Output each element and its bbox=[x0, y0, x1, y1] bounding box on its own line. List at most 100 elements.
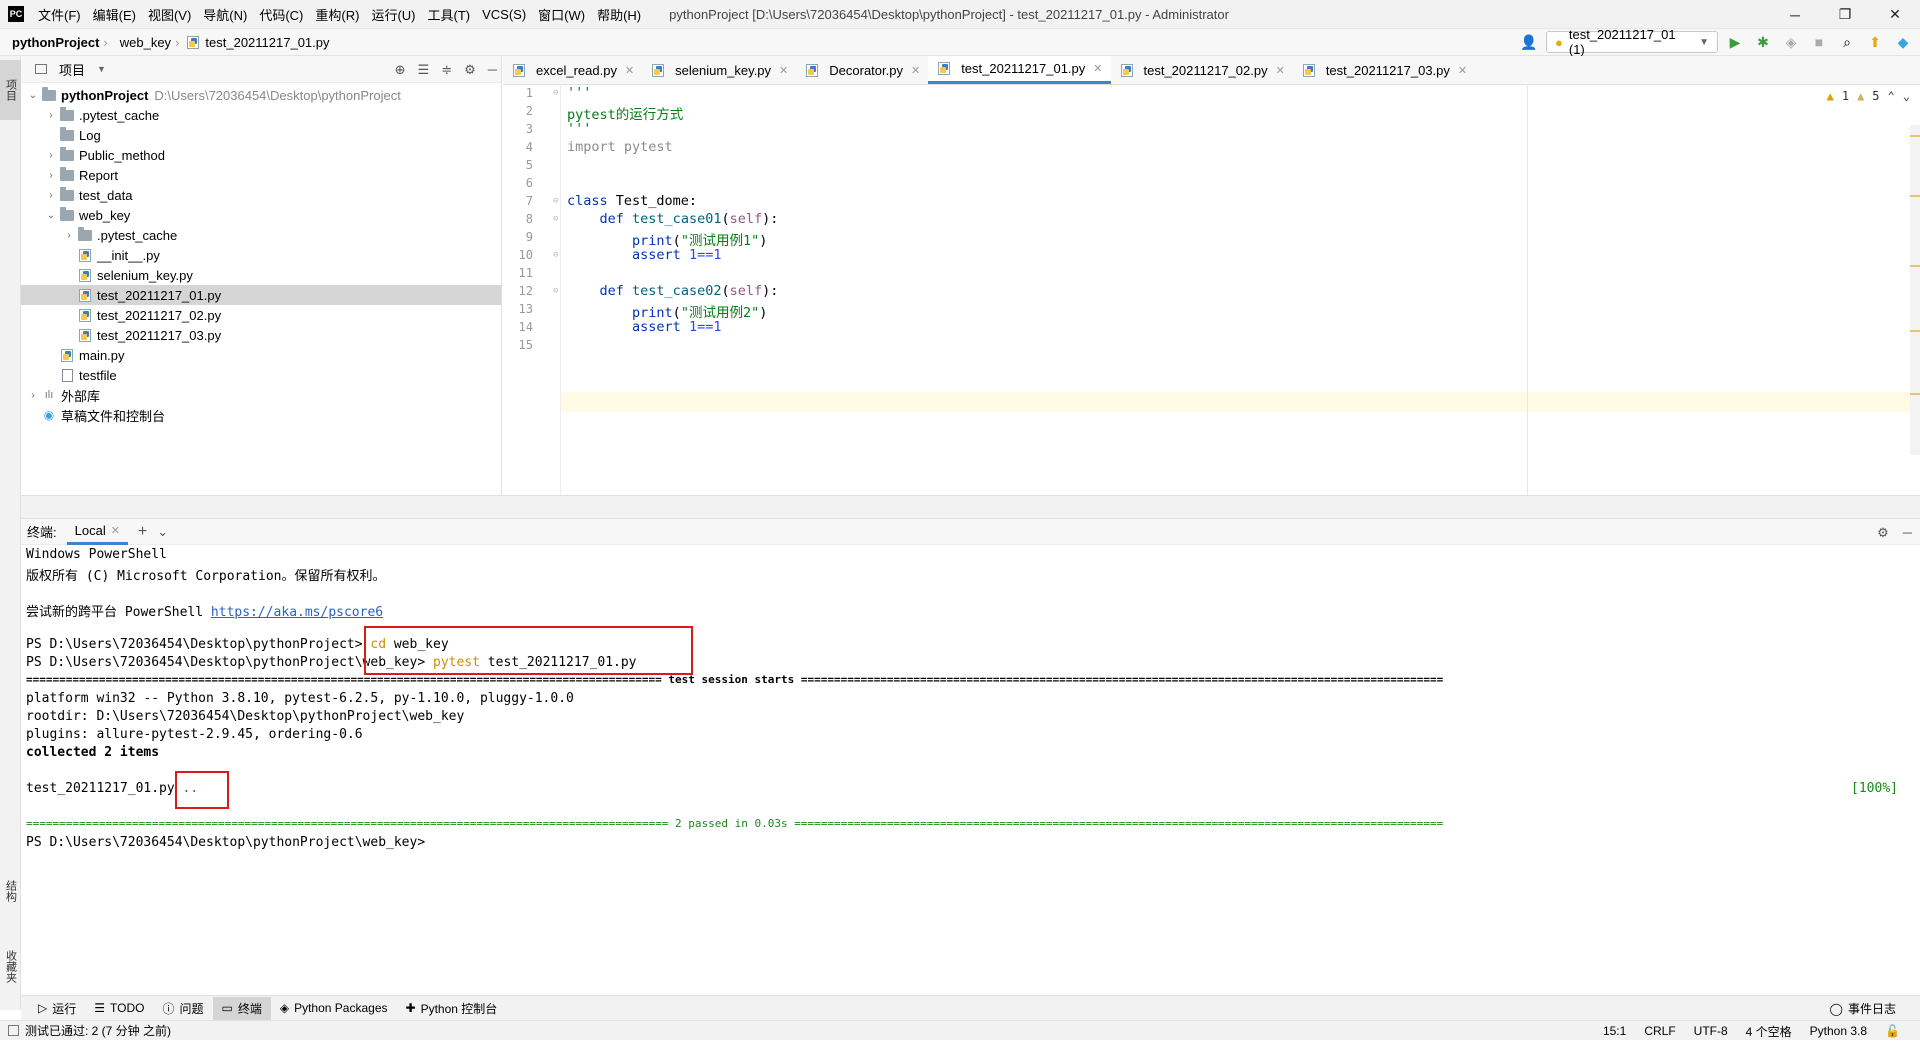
close-icon[interactable]: ✕ bbox=[111, 524, 120, 537]
tree-item-pythonproject[interactable]: ⌄ pythonProject D:\Users\72036454\Deskto… bbox=[21, 85, 501, 105]
menu-view[interactable]: 视图(V) bbox=[142, 5, 197, 24]
chevron-right-icon[interactable]: › bbox=[61, 230, 77, 241]
run-icon[interactable]: ▶ bbox=[1724, 31, 1746, 53]
tree-item-selenium-key[interactable]: selenium_key.py bbox=[21, 265, 501, 285]
tree-item-scratches[interactable]: ◉ 草稿文件和控制台 bbox=[21, 405, 501, 425]
tree-item-pytest-cache[interactable]: › .pytest_cache bbox=[21, 105, 501, 125]
hide-icon[interactable]: ─ bbox=[488, 62, 497, 77]
tree-item-external-libs[interactable]: › ılı 外部库 bbox=[21, 385, 501, 405]
pscore-link[interactable]: https://aka.ms/pscore6 bbox=[211, 605, 383, 620]
caret-position[interactable]: 15:1 bbox=[1603, 1024, 1626, 1038]
favorites-tool-tab[interactable]: 收藏夹 bbox=[0, 936, 21, 996]
close-window-button[interactable]: ✕ bbox=[1870, 0, 1920, 29]
problems-tool-button[interactable]: ⓘ 问题 bbox=[153, 997, 212, 1020]
menu-run[interactable]: 运行(U) bbox=[365, 5, 421, 24]
chevron-down-icon[interactable]: ⌄ bbox=[1903, 89, 1910, 103]
chevron-right-icon[interactable]: › bbox=[43, 170, 59, 181]
terminal-tab-local[interactable]: Local ✕ bbox=[66, 519, 128, 545]
chevron-right-icon[interactable]: › bbox=[43, 150, 59, 161]
code-editor[interactable]: 1 2 3 4 5 6 7 8 9 10 11 12 13 14 15 ⊖ ⊖ … bbox=[503, 85, 1920, 495]
tree-item-test-03[interactable]: test_20211217_03.py bbox=[21, 325, 501, 345]
tab-decorator[interactable]: Decorator.py ✕ bbox=[796, 56, 928, 84]
tab-selenium-key[interactable]: selenium_key.py ✕ bbox=[642, 56, 796, 84]
gear-icon[interactable]: ⚙ bbox=[464, 62, 476, 78]
indent-setting[interactable]: 4 个空格 bbox=[1746, 1023, 1792, 1040]
menu-refactor[interactable]: 重构(R) bbox=[309, 5, 365, 24]
close-icon[interactable]: ✕ bbox=[1458, 64, 1467, 77]
chevron-right-icon[interactable]: › bbox=[25, 390, 41, 401]
search-icon[interactable]: ⌕ bbox=[1836, 31, 1858, 53]
editor-scrollbar[interactable] bbox=[1910, 125, 1920, 455]
menu-help[interactable]: 帮助(H) bbox=[591, 5, 647, 24]
fold-icon[interactable]: ⊖ bbox=[553, 196, 558, 206]
python-packages-tool-button[interactable]: ◈ Python Packages bbox=[271, 997, 397, 1020]
menu-edit[interactable]: 编辑(E) bbox=[87, 5, 142, 24]
tab-test-02[interactable]: test_20211217_02.py ✕ bbox=[1111, 56, 1293, 84]
chevron-down-icon[interactable]: ▼ bbox=[97, 64, 106, 74]
tree-item-web-key[interactable]: ⌄ web_key bbox=[21, 205, 501, 225]
tree-item-public-method[interactable]: › Public_method bbox=[21, 145, 501, 165]
line-separator[interactable]: CRLF bbox=[1644, 1024, 1675, 1038]
structure-tool-tab[interactable]: 结构 bbox=[0, 866, 21, 916]
breadcrumb-folder[interactable]: web_key bbox=[108, 35, 175, 50]
close-icon[interactable]: ✕ bbox=[625, 64, 634, 77]
menu-code[interactable]: 代码(C) bbox=[253, 5, 309, 24]
menu-tools[interactable]: 工具(T) bbox=[421, 5, 476, 24]
chevron-down-icon[interactable]: ⌄ bbox=[157, 524, 168, 540]
debug-icon[interactable]: ✱ bbox=[1752, 31, 1774, 53]
python-console-tool-button[interactable]: ✚ Python 控制台 bbox=[397, 997, 507, 1020]
terminal-output[interactable]: Windows PowerShell 版权所有 (C) Microsoft Co… bbox=[21, 545, 1920, 995]
minimize-button[interactable]: ─ bbox=[1770, 0, 1820, 29]
fold-icon[interactable]: ⊖ bbox=[553, 214, 558, 224]
collapse-all-icon[interactable]: ≑ bbox=[441, 62, 452, 78]
jetbrains-icon[interactable]: ◆ bbox=[1892, 31, 1914, 53]
chevron-up-icon[interactable]: ⌃ bbox=[1888, 89, 1895, 103]
lock-icon[interactable]: 🔓 bbox=[1885, 1024, 1900, 1038]
close-icon[interactable]: ✕ bbox=[1276, 64, 1285, 77]
chevron-down-icon[interactable]: ⌄ bbox=[25, 90, 41, 101]
project-tool-tab[interactable]: 项目 bbox=[0, 60, 21, 120]
maximize-button[interactable]: ❐ bbox=[1820, 0, 1870, 29]
tab-test-01[interactable]: test_20211217_01.py ✕ bbox=[928, 56, 1111, 84]
tree-item-test-02[interactable]: test_20211217_02.py bbox=[21, 305, 501, 325]
update-icon[interactable]: ⬆ bbox=[1864, 31, 1886, 53]
file-encoding[interactable]: UTF-8 bbox=[1694, 1024, 1728, 1038]
run-config-select[interactable]: ● test_20211217_01 (1) ▼ bbox=[1546, 27, 1718, 57]
hide-icon[interactable]: ─ bbox=[1903, 525, 1912, 540]
fold-icon[interactable]: ⊖ bbox=[553, 250, 558, 260]
tree-item-log[interactable]: Log bbox=[21, 125, 501, 145]
tree-item-main-py[interactable]: main.py bbox=[21, 345, 501, 365]
terminal-tool-button[interactable]: ▭ 终端 bbox=[212, 996, 271, 1020]
menu-navigate[interactable]: 导航(N) bbox=[197, 5, 253, 24]
panel-splitter[interactable] bbox=[21, 495, 1920, 518]
menu-window[interactable]: 窗口(W) bbox=[532, 5, 591, 24]
menu-file[interactable]: 文件(F) bbox=[32, 5, 87, 24]
chevron-right-icon[interactable]: › bbox=[43, 190, 59, 201]
inspection-widget[interactable]: ▲ 1 ▲ 5 ⌃ ⌄ bbox=[1827, 89, 1910, 103]
stop-icon[interactable]: ■ bbox=[1808, 31, 1830, 53]
close-icon[interactable]: ✕ bbox=[1093, 62, 1102, 75]
breadcrumb-project[interactable]: pythonProject bbox=[0, 35, 103, 50]
expand-all-icon[interactable]: ☰ bbox=[418, 62, 430, 78]
event-log-button[interactable]: ◯ 事件日志 bbox=[1830, 996, 1896, 1021]
tree-item-report[interactable]: › Report bbox=[21, 165, 501, 185]
chevron-right-icon[interactable]: › bbox=[43, 110, 59, 121]
tree-item-test-01[interactable]: test_20211217_01.py bbox=[21, 285, 501, 305]
chevron-down-icon[interactable]: ⌄ bbox=[43, 210, 59, 221]
close-icon[interactable]: ✕ bbox=[779, 64, 788, 77]
tree-item-pytest-cache[interactable]: › .pytest_cache bbox=[21, 225, 501, 245]
status-message[interactable]: 测试已通过: 2 (7 分钟 之前) bbox=[25, 1022, 171, 1039]
fold-icon[interactable]: ⊖ bbox=[553, 286, 558, 296]
coverage-icon[interactable]: ◈ bbox=[1780, 31, 1802, 53]
run-tool-button[interactable]: ▷ 运行 bbox=[29, 997, 85, 1020]
new-terminal-icon[interactable]: + bbox=[138, 523, 147, 541]
tab-excel-read[interactable]: excel_read.py ✕ bbox=[503, 56, 642, 84]
todo-tool-button[interactable]: ☰ TODO bbox=[85, 997, 153, 1020]
close-icon[interactable]: ✕ bbox=[911, 64, 920, 77]
fold-icon[interactable]: ⊖ bbox=[553, 88, 558, 98]
tab-test-03[interactable]: test_20211217_03.py ✕ bbox=[1293, 56, 1475, 84]
tree-item-init-py[interactable]: __init__.py bbox=[21, 245, 501, 265]
menu-vcs[interactable]: VCS(S) bbox=[476, 7, 532, 22]
python-interpreter[interactable]: Python 3.8 bbox=[1810, 1024, 1867, 1038]
tree-item-test-data[interactable]: › test_data bbox=[21, 185, 501, 205]
